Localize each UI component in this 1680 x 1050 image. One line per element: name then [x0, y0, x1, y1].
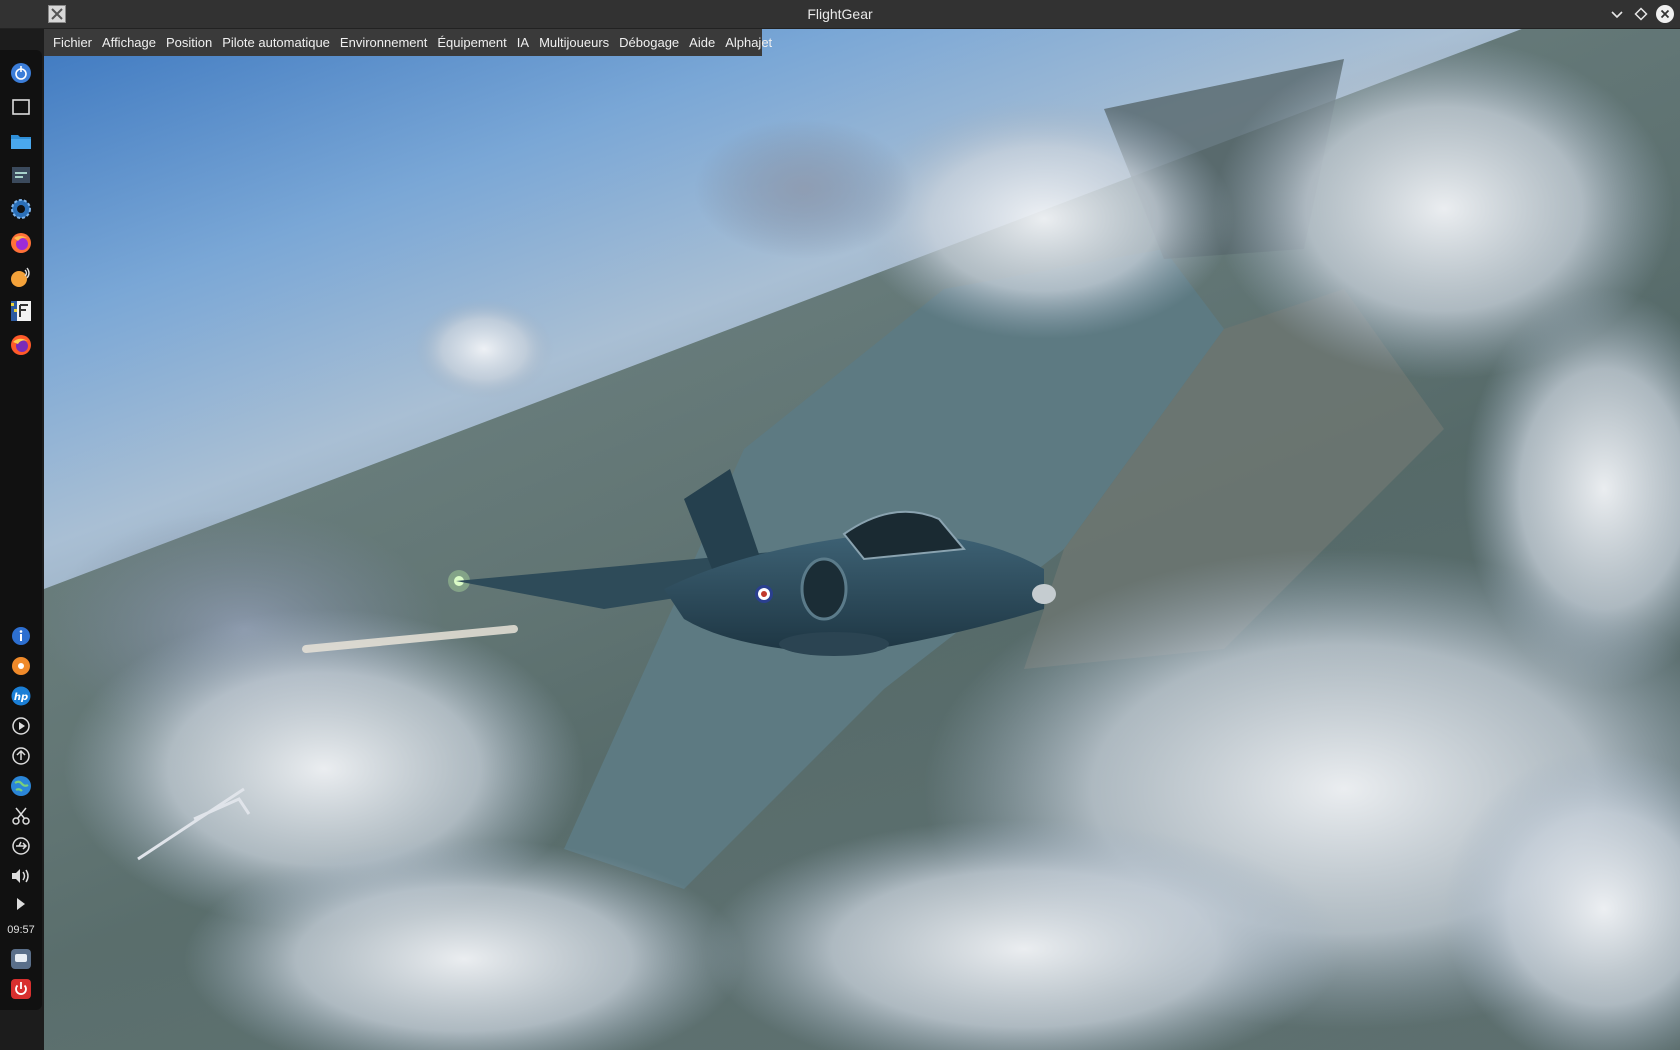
menu-fichier[interactable]: Fichier — [48, 29, 97, 56]
scissors-icon[interactable] — [10, 805, 32, 827]
menu-pilote-automatique[interactable]: Pilote automatique — [217, 29, 335, 56]
window-titlebar: FlightGear — [0, 0, 1680, 29]
firefox-alt-icon[interactable] — [10, 334, 32, 356]
minimize-icon[interactable] — [1608, 5, 1626, 23]
menu-affichage[interactable]: Affichage — [97, 29, 161, 56]
audio-player-icon[interactable] — [10, 266, 32, 288]
menu-alphajet[interactable]: Alphajet — [720, 29, 777, 56]
network-globe-icon[interactable] — [10, 775, 32, 797]
menu-ia[interactable]: IA — [512, 29, 534, 56]
media-icon[interactable] — [10, 655, 32, 677]
maximize-icon[interactable] — [1632, 5, 1650, 23]
flightgear-icon[interactable] — [10, 300, 32, 322]
menu-environnement[interactable]: Environnement — [335, 29, 432, 56]
menu-equipement[interactable]: Équipement — [432, 29, 511, 56]
scene-render — [44, 29, 1680, 1050]
window-title: FlightGear — [807, 6, 873, 22]
usb-icon[interactable] — [10, 835, 32, 857]
shutdown-icon[interactable] — [10, 978, 32, 1000]
file-manager-icon[interactable] — [10, 130, 32, 152]
drive-icon[interactable] — [10, 948, 32, 970]
power-menu-icon[interactable] — [10, 62, 32, 84]
info-icon[interactable] — [10, 625, 32, 647]
volume-icon[interactable] — [10, 865, 32, 887]
expand-arrow-icon[interactable] — [10, 893, 32, 915]
settings-icon[interactable] — [10, 164, 32, 186]
play-icon[interactable] — [10, 715, 32, 737]
system-gear-icon[interactable] — [10, 198, 32, 220]
menu-debogage[interactable]: Débogage — [614, 29, 684, 56]
menu-multijoueurs[interactable]: Multijoueurs — [534, 29, 614, 56]
hp-icon[interactable]: hp — [10, 685, 32, 707]
update-icon[interactable] — [10, 745, 32, 767]
firefox-icon[interactable] — [10, 232, 32, 254]
close-icon[interactable] — [1656, 5, 1674, 23]
flight-viewport[interactable] — [44, 29, 1680, 1050]
dock-clock[interactable]: 09:57 — [0, 924, 42, 936]
svg-text:hp: hp — [14, 692, 28, 703]
menu-bar: Fichier Affichage Position Pilote automa… — [44, 29, 772, 56]
menu-aide[interactable]: Aide — [684, 29, 720, 56]
menu-position[interactable]: Position — [161, 29, 217, 56]
dock-panel: hp 09:57 — [0, 50, 42, 1010]
desktop-icon[interactable] — [10, 96, 32, 118]
